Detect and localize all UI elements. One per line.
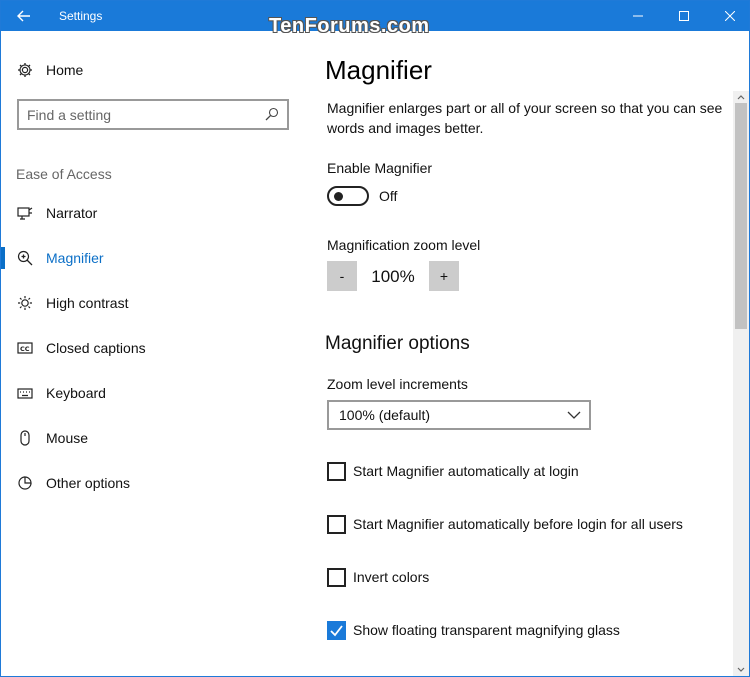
checkbox[interactable]	[327, 515, 346, 534]
dropdown-value: 100% (default)	[339, 407, 431, 423]
sidebar-item-label: Other options	[46, 475, 131, 491]
scrollbar-thumb[interactable]	[735, 103, 747, 329]
search-icon[interactable]	[265, 107, 279, 121]
checkbox-label: Start Magnifier automatically at login	[353, 463, 579, 479]
zoom-increments-dropdown[interactable]: 100% (default)	[327, 400, 591, 430]
settings-window: Settings TenForums.com Home Find a setti…	[0, 0, 750, 677]
scroll-down-button[interactable]	[733, 664, 749, 676]
title-bar: Settings TenForums.com	[1, 1, 749, 37]
checkmark-icon	[330, 625, 343, 637]
sidebar-item-magnifier[interactable]: Magnifier	[1, 242, 301, 274]
search-input[interactable]	[27, 106, 257, 124]
sidebar-item-label: Keyboard	[46, 385, 106, 401]
section-heading: Magnifier options	[325, 333, 470, 354]
sidebar-item-label: Mouse	[46, 430, 89, 446]
close-icon	[725, 11, 735, 21]
enable-magnifier-toggle[interactable]	[327, 186, 369, 206]
sidebar-item-label: Closed captions	[46, 340, 146, 356]
zoom-out-button[interactable]: -	[327, 261, 357, 291]
active-indicator	[1, 247, 5, 269]
page-title: Magnifier	[325, 55, 432, 85]
checkbox-floating-glass[interactable]: Show floating transparent magnifying gla…	[327, 620, 747, 642]
chevron-down-icon	[567, 411, 581, 419]
page-description: Magnifier enlarges part or all of your s…	[327, 100, 723, 136]
brightness-icon	[16, 294, 34, 312]
checkbox-label: Invert colors	[353, 569, 430, 585]
chevron-up-icon	[737, 95, 745, 100]
checkbox[interactable]	[327, 462, 346, 481]
toggle-state-text: Off	[379, 188, 398, 204]
checkbox-label: Start Magnifier automatically before log…	[353, 516, 683, 532]
checkbox-start-before-login[interactable]: Start Magnifier automatically before log…	[327, 514, 747, 536]
sidebar-item-home[interactable]: Home	[1, 57, 301, 83]
gear-icon	[16, 61, 34, 79]
back-arrow-icon	[17, 10, 30, 22]
close-button[interactable]	[707, 1, 749, 31]
window-title: Settings	[59, 9, 103, 23]
sidebar-item-keyboard[interactable]: Keyboard	[1, 377, 301, 409]
sidebar-item-narrator[interactable]: Narrator	[1, 197, 301, 229]
maximize-icon	[679, 11, 689, 21]
enable-magnifier-label: Enable Magnifier	[327, 160, 433, 176]
checkbox-invert-colors[interactable]: Invert colors	[327, 567, 747, 589]
sidebar-item-label: Narrator	[46, 205, 98, 221]
home-label: Home	[46, 62, 84, 78]
sidebar: Home Ease of Access Narrator	[1, 31, 301, 676]
checkbox-start-at-login[interactable]: Start Magnifier automatically at login	[327, 461, 747, 483]
search-box[interactable]	[17, 99, 289, 130]
vertical-scrollbar[interactable]	[733, 91, 749, 676]
zoom-level-label: Magnification zoom level	[327, 237, 481, 253]
other-options-icon	[16, 474, 34, 492]
sidebar-item-closed-captions[interactable]: CC Closed captions	[1, 332, 301, 364]
section-label: Ease of Access	[16, 166, 112, 182]
main-content: Magnifier Magnifier enlarges part or all…	[301, 31, 731, 676]
narrator-icon	[16, 204, 34, 222]
sidebar-item-other-options[interactable]: Other options	[1, 467, 301, 499]
minimize-icon	[633, 15, 643, 17]
chevron-down-icon	[737, 667, 745, 672]
back-button[interactable]	[1, 1, 47, 31]
sidebar-item-label: High contrast	[46, 295, 129, 311]
sidebar-item-label: Magnifier	[46, 250, 104, 266]
sidebar-item-mouse[interactable]: Mouse	[1, 422, 301, 454]
maximize-button[interactable]	[661, 1, 707, 31]
zoom-level-value: 100%	[371, 267, 415, 286]
zoom-in-button[interactable]: +	[429, 261, 459, 291]
mouse-icon	[16, 429, 34, 447]
checkbox-checked[interactable]	[327, 621, 346, 640]
toggle-knob	[334, 192, 343, 201]
zoom-increments-label: Zoom level increments	[327, 376, 468, 392]
sidebar-item-high-contrast[interactable]: High contrast	[1, 287, 301, 319]
keyboard-icon	[16, 384, 34, 402]
minimize-button[interactable]	[615, 1, 661, 31]
checkbox-label: Show floating transparent magnifying gla…	[353, 622, 620, 638]
cc-icon: CC	[16, 339, 34, 357]
checkbox[interactable]	[327, 568, 346, 587]
svg-text:CC: CC	[20, 345, 30, 353]
scroll-up-button[interactable]	[733, 91, 749, 103]
magnifier-icon	[16, 249, 34, 267]
